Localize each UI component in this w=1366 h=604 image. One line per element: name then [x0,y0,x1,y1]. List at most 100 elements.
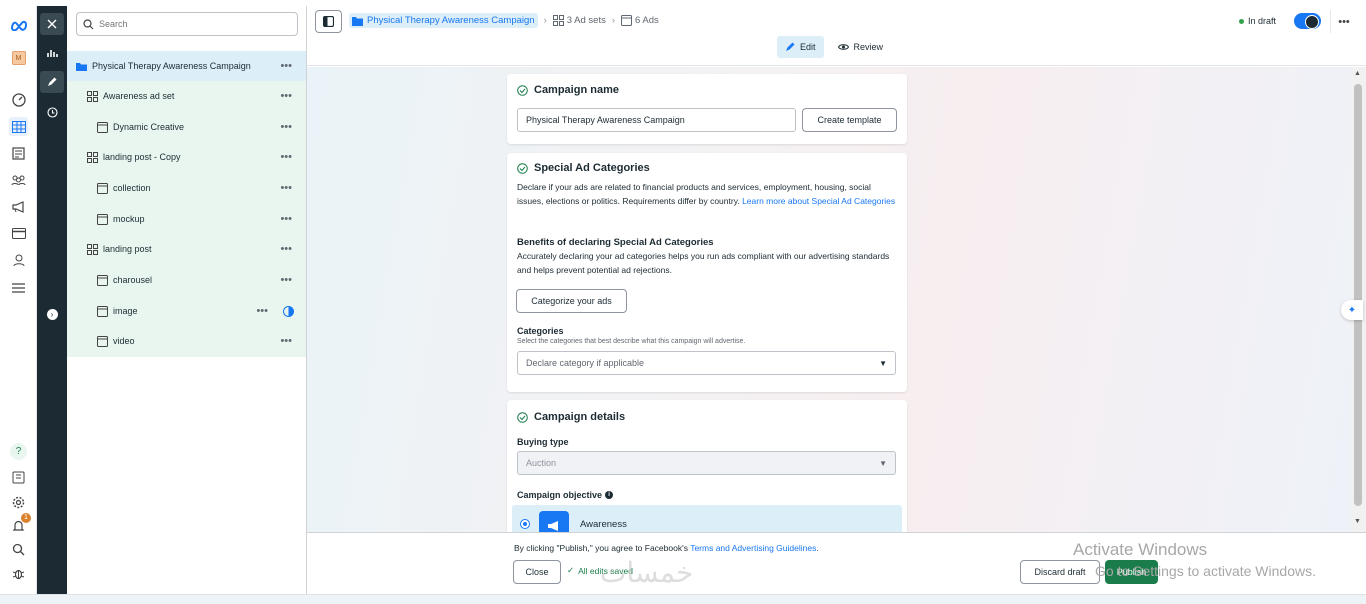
tree-item-ad[interactable]: mockup ••• [67,204,306,234]
performance-chart-icon[interactable] [40,42,64,64]
tree-item-campaign[interactable]: Physical Therapy Awareness Campaign ••• [67,51,306,81]
radio-selected-icon[interactable] [520,519,530,529]
learn-more-link[interactable]: Learn more about Special Ad Categories [742,196,895,206]
categories-hint: Select the categories that best describe… [517,338,746,345]
review-mode-button[interactable]: Review [830,36,892,58]
campaign-on-off-toggle[interactable] [1294,13,1321,29]
tree-item-label: collection [113,183,151,193]
awareness-option-label: Awareness [580,519,627,530]
draft-status: In draft [1239,16,1276,26]
check-circle-icon [517,162,528,174]
dropdown-caret-icon: ▼ [879,358,887,368]
campaign-name-title: Campaign name [534,84,619,96]
categories-dropdown[interactable]: Declare category if applicable ▼ [517,351,896,375]
categories-placeholder: Declare category if applicable [526,358,645,368]
help-icon[interactable]: ? [9,442,28,461]
more-options-icon[interactable]: ••• [280,182,292,194]
more-options-icon[interactable]: ••• [280,243,292,255]
tree-item-label: image [113,306,138,316]
folder-icon [352,16,363,26]
audiences-icon[interactable] [9,170,28,189]
scroll-down-icon[interactable]: ▼ [1354,518,1361,525]
breadcrumb-campaign[interactable]: Physical Therapy Awareness Campaign [349,13,538,28]
ad-icon [621,15,633,26]
tree-item-ad[interactable]: image ••• [67,296,306,326]
terms-link[interactable]: Terms and Advertising Guidelines [690,543,816,553]
tree-item-ad[interactable]: collection ••• [67,173,306,203]
expand-panel-icon[interactable]: › [40,303,64,325]
more-options-icon[interactable]: ••• [280,60,292,72]
billing-card-icon[interactable] [9,224,28,243]
all-tools-menu-icon[interactable] [9,278,28,297]
toggle-panel-button[interactable] [315,10,342,33]
reports-icon[interactable] [9,468,28,487]
ad-set-grid-icon [87,90,98,102]
special-categories-title: Special Ad Categories [534,162,650,174]
pages-icon[interactable] [9,144,28,163]
more-options-icon[interactable]: ••• [280,121,292,133]
report-bug-icon[interactable] [9,564,28,583]
discard-draft-button[interactable]: Discard draft [1020,560,1100,584]
tree-item-label: mockup [113,214,145,224]
edit-pencil-icon[interactable] [40,71,64,93]
tree-item-adset[interactable]: landing post - Copy ••• [67,142,306,172]
scroll-up-icon[interactable]: ▲ [1354,70,1361,77]
categories-label: Categories [517,326,564,336]
more-options-icon[interactable]: ••• [280,335,292,347]
buying-type-value: Auction [526,458,557,468]
watermark-logo: خمسات [600,557,694,588]
sidebar-toggle-icon [323,16,334,27]
tree-item-adset[interactable]: landing post ••• [67,234,306,264]
tree-item-ad[interactable]: charousel ••• [67,265,306,295]
more-options-icon[interactable]: ••• [280,274,292,286]
meta-logo-icon[interactable] [9,16,28,35]
scrollbar-thumb[interactable] [1354,84,1362,506]
card-heading: Special Ad Categories [517,162,650,174]
more-options-icon[interactable]: ••• [280,213,292,225]
objective-option-awareness[interactable]: Awareness [512,505,902,532]
more-options-icon[interactable]: ••• [280,90,292,102]
tree-item-label: video [113,336,135,346]
tree-item-adset[interactable]: Awareness ad set ••• [67,81,306,111]
card-heading: Campaign details [517,411,625,423]
tree-search-box[interactable] [76,12,298,36]
create-template-button[interactable]: Create template [802,108,897,132]
business-settings-icon[interactable] [9,250,28,269]
history-clock-icon[interactable] [40,101,64,123]
breadcrumb-adsets[interactable]: 3 Ad sets [552,15,606,26]
more-options-icon[interactable]: ••• [256,305,268,317]
edit-mode-button[interactable]: Edit [777,36,824,58]
ad-icon [97,182,108,194]
partial-status-icon [283,305,294,317]
ads-manager-table-icon[interactable] [9,117,28,136]
close-button[interactable]: Close [513,560,561,584]
close-editor-icon[interactable] [40,13,64,35]
buying-type-select[interactable]: Auction ▼ [517,451,896,475]
campaign-name-value: Physical Therapy Awareness Campaign [526,115,685,125]
campaign-name-input[interactable]: Physical Therapy Awareness Campaign [517,108,796,132]
ad-set-grid-icon [87,151,98,163]
campaigns-megaphone-icon[interactable] [9,197,28,216]
categorize-ads-button[interactable]: Categorize your ads [516,289,627,313]
settings-gear-icon[interactable] [9,493,28,512]
terms-suffix: . [816,543,819,553]
notifications-bell-icon[interactable]: 1 [9,513,31,535]
search-input[interactable] [99,19,289,29]
search-icon[interactable] [9,540,28,559]
dashboard-icon[interactable] [9,90,28,109]
more-options-button[interactable]: ••• [1330,10,1357,33]
more-options-icon[interactable]: ••• [280,151,292,163]
eye-icon [837,44,849,50]
ad-icon [97,335,108,347]
breadcrumb-ads[interactable]: 6 Ads [621,15,659,26]
campaign-objective-label: Campaign objective [517,490,603,500]
sparkle-icon: ✦ [1347,304,1357,316]
assistant-side-tab[interactable]: ✦ [1341,300,1363,320]
dropdown-caret-icon: ▼ [879,458,887,468]
tree-item-ad[interactable]: Dynamic Creative ••• [67,112,306,142]
breadcrumb-ads-label: 6 Ads [635,15,659,26]
editor-side-strip: › [37,6,67,594]
info-icon[interactable]: i [605,491,614,499]
account-avatar[interactable]: M [9,48,28,67]
tree-item-ad[interactable]: video ••• [67,326,306,356]
